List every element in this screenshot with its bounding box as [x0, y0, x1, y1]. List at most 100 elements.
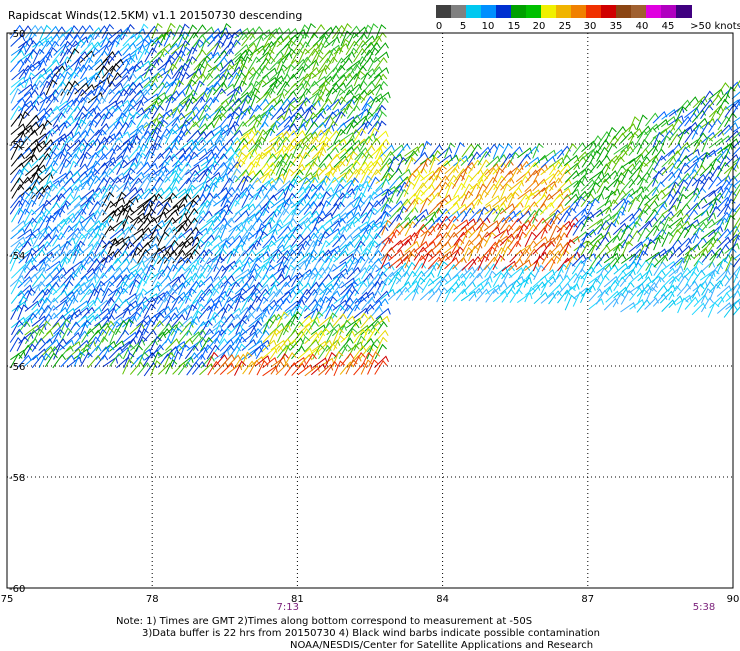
wind-barb: [304, 146, 317, 159]
wind-barb: [285, 65, 296, 80]
wind-barb: [347, 120, 359, 134]
wind-barb: [605, 156, 619, 167]
wind-barb: [207, 194, 220, 207]
wind-barb: [375, 226, 388, 239]
wind-barb: [692, 303, 706, 314]
wind-barb: [677, 284, 691, 296]
wind-barb: [637, 115, 648, 130]
wind-barb: [596, 237, 609, 250]
wind-barb: [19, 192, 30, 207]
wind-barb: [179, 330, 192, 343]
lat-tick-label: -54: [9, 251, 25, 262]
note-line-3: NOAA/NESDIS/Center for Satellite Applica…: [290, 640, 740, 651]
pass-time-label: 5:38: [693, 602, 715, 613]
wind-barb: [194, 64, 205, 79]
wind-barb: [646, 252, 661, 261]
wind-barb: [381, 145, 395, 156]
wind-barb: [637, 126, 651, 138]
wind-barb: [590, 262, 602, 276]
wind-barb: [32, 193, 44, 207]
wind-barb: [477, 205, 492, 214]
wind-barb: [297, 119, 308, 134]
wind-barb: [565, 284, 579, 294]
wind-barb: [185, 185, 196, 200]
wind-barb: [710, 297, 724, 308]
lon-tick-label: 84: [436, 594, 449, 605]
wind-barb: [669, 198, 682, 212]
pass-time-label: 7:13: [276, 602, 298, 613]
wind-barb: [725, 273, 738, 286]
wind-barb: [32, 155, 46, 166]
wind-barb: [194, 250, 208, 262]
wind-barb: [573, 209, 587, 220]
wind-barb: [341, 104, 353, 118]
wind-barb: [305, 24, 316, 39]
wind-barb: [677, 100, 691, 112]
wind-barb: [263, 218, 275, 232]
wind-barb: [454, 158, 465, 173]
wind-barb: [430, 145, 443, 158]
wind-barb: [637, 140, 648, 154]
wind-barb: [629, 143, 642, 155]
wind-barb: [270, 268, 285, 278]
wind-barb: [271, 178, 284, 191]
lat-tick-label: -50: [9, 29, 25, 40]
wind-barb: [717, 163, 729, 177]
wind-barb: [517, 205, 531, 215]
wind-barb: [333, 48, 343, 63]
wind-barb: [557, 276, 570, 289]
wind-barb: [332, 202, 344, 216]
wind-barb: [277, 29, 291, 40]
wind-barb: [453, 194, 467, 205]
wind-barb: [717, 259, 728, 274]
wind-barb: [326, 236, 340, 247]
wind-barb: [493, 273, 505, 287]
wind-barb: [158, 69, 173, 78]
wind-barb: [701, 105, 713, 118]
wind-barb: [693, 238, 706, 251]
wind-barb: [284, 115, 297, 127]
wind-barb: [102, 168, 114, 182]
wind-barb: [733, 200, 740, 212]
wind-barb: [353, 241, 365, 255]
wind-barb: [360, 73, 371, 87]
wind-barb: [283, 344, 294, 359]
wind-barb: [604, 299, 618, 310]
wind-barb: [193, 40, 204, 54]
wind-barb: [677, 195, 688, 210]
wind-barb: [406, 158, 417, 173]
wind-barb: [187, 321, 198, 336]
wind-barb: [333, 219, 346, 232]
wind-barb: [606, 179, 620, 190]
wind-barb: [102, 56, 114, 70]
wind-barb: [262, 113, 273, 128]
wind-barb: [12, 98, 26, 110]
wind-barb: [380, 290, 395, 300]
wind-barb: [485, 145, 498, 158]
wind-barb: [368, 321, 381, 334]
wind-barb: [192, 311, 202, 326]
wind-barb: [428, 223, 441, 236]
lon-tick-label: 87: [581, 594, 594, 605]
wind-barb: [305, 185, 317, 199]
wind-barb: [376, 98, 389, 111]
wind-barb: [221, 345, 234, 358]
wind-barb: [291, 312, 302, 327]
wind-barb: [228, 149, 242, 160]
wind-barb: [94, 78, 109, 87]
wind-barb: [208, 140, 222, 150]
wind-barb: [676, 276, 688, 289]
wind-barb: [461, 292, 476, 301]
wind-barb: [123, 34, 137, 46]
wind-barb: [67, 81, 79, 95]
wind-barb: [306, 73, 317, 88]
wind-barb: [733, 169, 740, 180]
wind-barb: [270, 245, 284, 255]
wind-barb: [725, 167, 737, 181]
wind-barb: [40, 140, 54, 152]
wind-barb: [605, 128, 616, 142]
wind-barb: [53, 219, 67, 231]
wind-barb: [654, 235, 665, 250]
wind-barb: [103, 346, 115, 360]
wind-barb: [361, 104, 372, 119]
